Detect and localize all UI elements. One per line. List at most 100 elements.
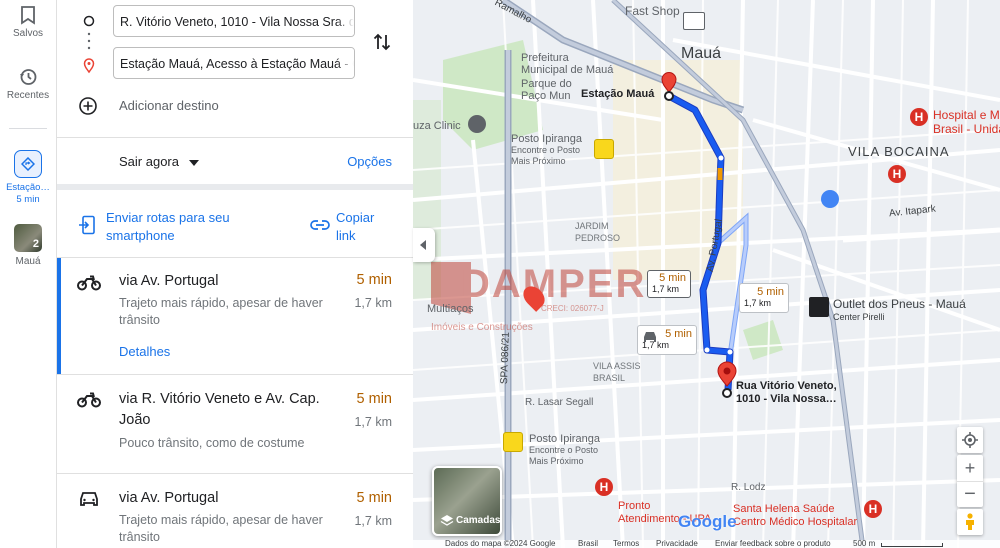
map-label-fast-shop: Fast Shop	[625, 4, 680, 18]
route-badge-alt-2[interactable]: 5 min 1,7 km	[637, 325, 697, 355]
hospital-line2: Brasil - Unida	[933, 122, 1000, 136]
destination-pin-icon[interactable]	[715, 360, 739, 400]
add-destination-label: Adicionar destino	[119, 98, 219, 113]
rail-recent-place[interactable]: 2 Mauá	[0, 224, 56, 267]
posto-line3: Mais Próximo	[511, 156, 566, 166]
map-footer: Dados do mapa ©2024 Google Brasil Termos…	[413, 540, 1000, 548]
fuel-station-icon[interactable]	[594, 139, 614, 159]
map-label-r-lasar: R. Lasar Segall	[525, 397, 594, 408]
route-option-1[interactable]: via Av. Portugal 5 min 1,7 km Trajeto ma…	[57, 258, 413, 374]
route-badge-selected[interactable]: 5 min 1,7 km	[647, 270, 691, 298]
place-thumbnail: 2	[14, 224, 42, 252]
badge-time: 5 min	[757, 286, 784, 298]
santa-helena-line1: Santa Helena Saúde	[733, 503, 835, 515]
route-badge-alt-1[interactable]: 5 min 1,7 km	[739, 283, 789, 313]
waypoint-connector-icon	[83, 15, 95, 74]
footer-feedback-link[interactable]: Enviar feedback sobre o produto	[715, 540, 831, 548]
prefeitura-line2: Municipal de Mauá	[521, 64, 614, 76]
send-to-phone-icon	[79, 215, 95, 235]
outlet-line2: Center Pirelli	[833, 312, 885, 322]
add-circle-icon	[79, 97, 97, 115]
badge-time: 5 min	[659, 272, 686, 284]
rail-divider	[9, 128, 47, 129]
hospital-icon[interactable]: H	[595, 478, 613, 496]
map-label-estacao-maua: Estação Mauá	[581, 88, 655, 100]
selected-route-indicator	[57, 258, 61, 374]
map-label-posto-ipiranga-2: Posto Ipiranga Encontre o Posto Mais Pró…	[529, 434, 600, 467]
scale-bar	[881, 543, 943, 547]
street-view-button[interactable]	[957, 509, 983, 535]
tire-shop-icon[interactable]	[809, 297, 829, 317]
rail-active-route[interactable]: Estação… 5 min	[0, 150, 56, 206]
vila-assis-line1: VILA ASSIS	[593, 361, 641, 371]
route-time: 5 min	[356, 490, 392, 506]
parque-line1: Parque do	[521, 78, 572, 90]
watermark-subtitle: Imóveis e Construções	[431, 322, 533, 333]
destination-value: Estação Mauá, Acesso à Estação Mauá - C	[120, 57, 355, 71]
posto-line1: Posto Ipiranga	[511, 133, 582, 145]
hospital-icon[interactable]: H	[888, 165, 906, 183]
map-data-credits[interactable]: Dados do mapa ©2024 Google	[445, 540, 555, 548]
footer-country[interactable]: Brasil	[578, 540, 598, 548]
google-logo: Google	[678, 512, 737, 531]
depart-dropdown[interactable]: Sair agora	[119, 154, 199, 169]
copy-link-button[interactable]: Copiar link	[310, 207, 400, 245]
my-location-icon	[962, 432, 978, 448]
jardim-line2: PEDROSO	[575, 233, 621, 243]
recents-label: Recentes	[6, 90, 50, 101]
map-label-jardim-pedroso: JARDIM PEDROSO	[575, 220, 620, 244]
footer-privacy-link[interactable]: Privacidade	[656, 540, 698, 548]
directions-icon	[14, 150, 42, 178]
saved-button[interactable]: Salvos	[0, 5, 56, 39]
route-option-2[interactable]: via R. Vitório Veneto e Av. Cap. João 5 …	[57, 375, 413, 473]
layers-icon	[440, 515, 454, 526]
collapse-panel-button[interactable]	[413, 228, 435, 262]
zoom-in-button[interactable]: +	[957, 455, 983, 481]
car-icon	[80, 492, 98, 506]
send-to-phone-button[interactable]: Enviar rotas para seu smartphone	[78, 207, 278, 245]
depart-label: Sair agora	[119, 154, 179, 169]
destination-input[interactable]: Estação Mauá, Acesso à Estação Mauá - C	[113, 47, 355, 79]
rail-active-label: Estação…	[6, 182, 50, 193]
route-name: via Av. Portugal	[119, 273, 219, 289]
send-label-line2: smartphone	[106, 228, 175, 243]
map-canvas[interactable]: Av. Portugal SPA 086/21 Ramalho Av. Itap…	[413, 0, 1000, 548]
rail-place-label: Mauá	[15, 256, 41, 267]
map-label-vila-bocaina: VILA BOCAINA	[848, 144, 950, 159]
place-icon[interactable]	[468, 115, 486, 133]
origin-input[interactable]: R. Vitório Veneto, 1010 - Vila Nossa Sra…	[113, 5, 355, 37]
start-pin-icon[interactable]	[658, 70, 680, 104]
copy-label-line2: link	[336, 228, 356, 243]
hospital-icon[interactable]: H	[910, 108, 928, 126]
route-details-link[interactable]: Detalhes	[119, 344, 170, 359]
map-label-outlet: Outlet dos Pneus - Mauá Center Pirelli	[833, 298, 966, 324]
santa-helena-line2: Centro Médico Hospitalar	[733, 516, 858, 528]
posto-line2: Encontre o Posto	[511, 145, 581, 155]
route-option-3[interactable]: via Av. Portugal 5 min 1,7 km Trajeto ma…	[57, 474, 413, 548]
map-label-destination: Rua Vitório Veneto, 1010 - Vila Nossa…	[736, 380, 837, 406]
rail-active-time: 5 min	[16, 194, 40, 205]
fuel-station-icon[interactable]	[503, 432, 523, 452]
swap-icon[interactable]	[373, 32, 391, 52]
route-distance: 1,7 km	[354, 514, 392, 528]
my-location-button[interactable]	[957, 427, 983, 453]
route-description-line1: Trajeto mais rápido, apesar de haver	[119, 296, 323, 310]
directions-panel: R. Vitório Veneto, 1010 - Vila Nossa Sra…	[57, 0, 413, 548]
posto2-line2: Encontre o Posto	[529, 445, 599, 455]
map-label-multiacos: Multiaços	[427, 303, 474, 315]
history-icon	[20, 69, 37, 85]
options-button[interactable]: Opções	[347, 154, 392, 169]
layers-button[interactable]: Camadas	[432, 466, 502, 536]
shopping-icon[interactable]	[821, 190, 839, 208]
recents-button[interactable]: Recentes	[0, 67, 56, 101]
footer-scale[interactable]: 500 m	[853, 540, 875, 548]
hospital-icon[interactable]: H	[864, 500, 882, 518]
send-label-line1: Enviar rotas para seu	[106, 210, 230, 225]
store-icon[interactable]	[683, 12, 705, 30]
zoom-out-button[interactable]: −	[957, 481, 983, 508]
map-label-vila-assis: VILA ASSIS BRASIL	[593, 360, 641, 384]
posto2-line3: Mais Próximo	[529, 456, 584, 466]
add-destination-button[interactable]: Adicionar destino	[78, 95, 338, 117]
footer-terms-link[interactable]: Termos	[613, 540, 639, 548]
thumbnail-count: 2	[32, 238, 39, 250]
